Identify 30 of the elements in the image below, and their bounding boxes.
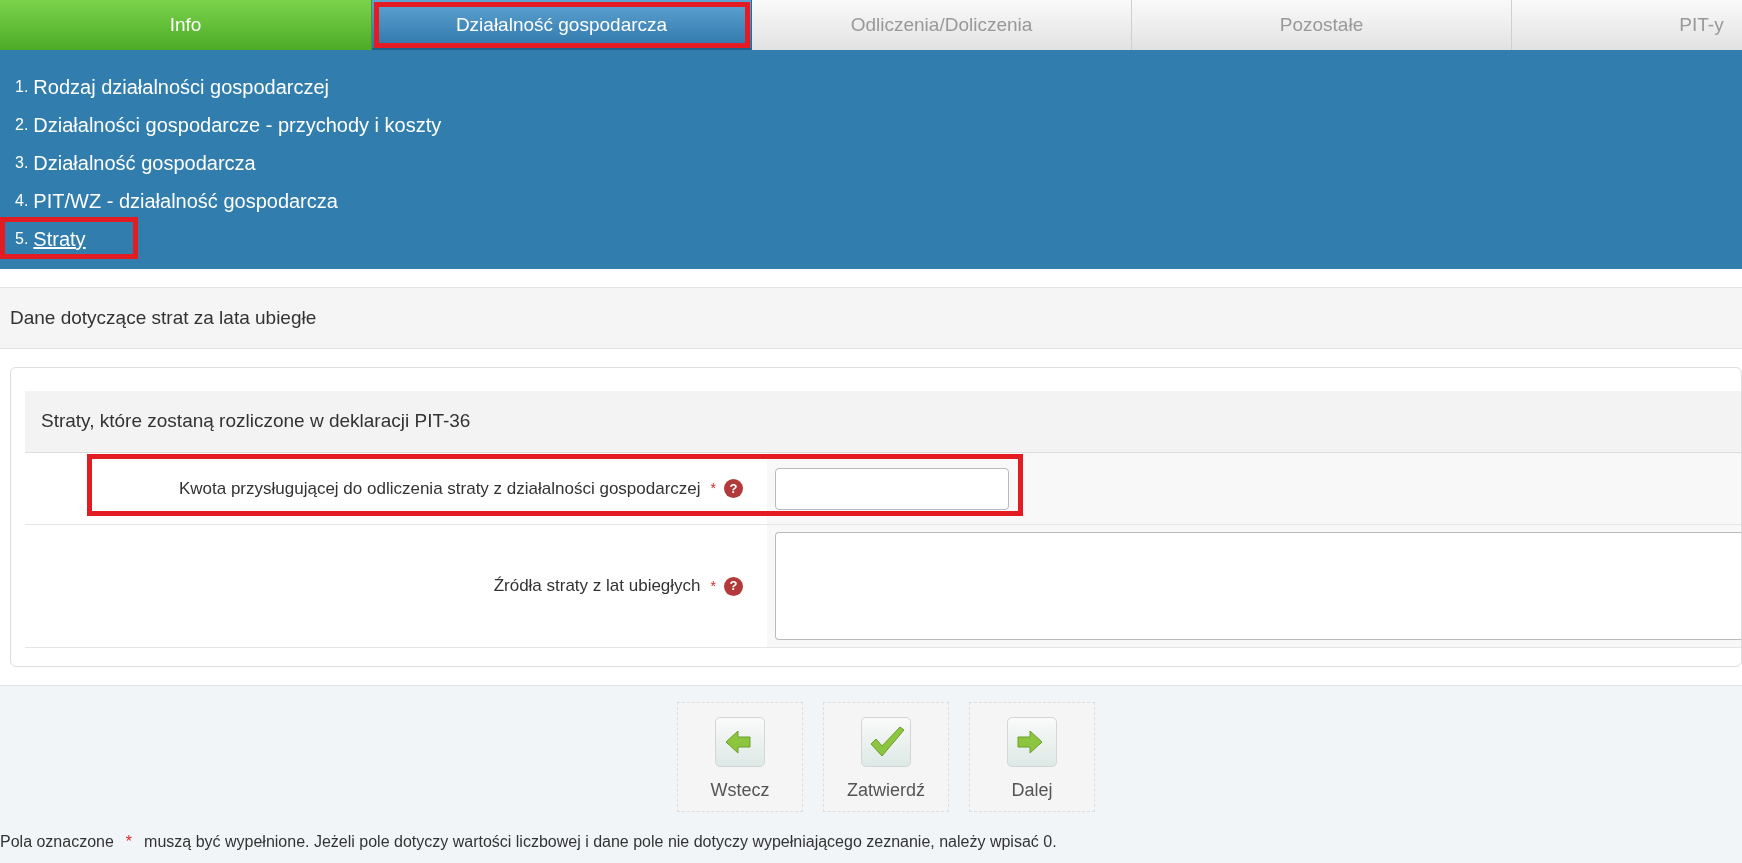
section-title: Dane dotyczące strat za lata ubiegłe: [10, 305, 317, 330]
nav-button[interactable]: Zatwierdź: [823, 702, 949, 812]
tab[interactable]: Odliczenia/Doliczenia: [752, 0, 1132, 50]
text-area-field[interactable]: [775, 532, 1741, 640]
tab[interactable]: Pozostałe: [1132, 0, 1512, 50]
step-number: 5.: [15, 229, 29, 249]
field-label: Kwota przysługującej do odliczenia straty z działalności gospodarczej: [178, 477, 701, 500]
panel-title: Straty, które zostaną rozliczone w deklaracji PIT-36: [41, 409, 471, 434]
step-link[interactable]: Straty: [33, 224, 86, 254]
field-label: Źródła straty z lat ubiegłych: [493, 575, 701, 598]
nav-button[interactable]: Dalej: [969, 702, 1095, 812]
step-link[interactable]: Działalność gospodarcza: [33, 148, 256, 178]
amount-input-field[interactable]: [775, 467, 1009, 510]
nav-button[interactable]: Wstecz: [677, 702, 803, 812]
tab[interactable]: Info: [0, 0, 372, 50]
footnote-text: Pola oznaczone: [0, 832, 114, 852]
required-mark: *: [125, 832, 133, 852]
required-mark: *: [709, 479, 716, 498]
help-icon[interactable]: ?: [724, 479, 743, 498]
tab[interactable]: PIT-y: [1512, 0, 1742, 50]
help-icon[interactable]: ?: [724, 576, 743, 596]
step-number: 3.: [15, 153, 29, 173]
step-number: 4.: [15, 191, 29, 211]
footnote-text: muszą być wypełnione. Jeżeli pole dotyczy wartości liczbowej i dane pole nie dotyczy wypełniającego zeznanie, należy wpisać 0.: [144, 832, 1057, 852]
step-link[interactable]: PIT/WZ - działalność gospodarcza: [33, 186, 338, 216]
step-number: 2.: [15, 115, 29, 135]
step-link[interactable]: Działalności gospodarcze - przychody i koszty: [33, 110, 442, 140]
required-mark: *: [709, 576, 716, 596]
step-link[interactable]: Rodzaj działalności gospodarczej: [33, 72, 330, 102]
step-number: 1.: [15, 77, 29, 97]
